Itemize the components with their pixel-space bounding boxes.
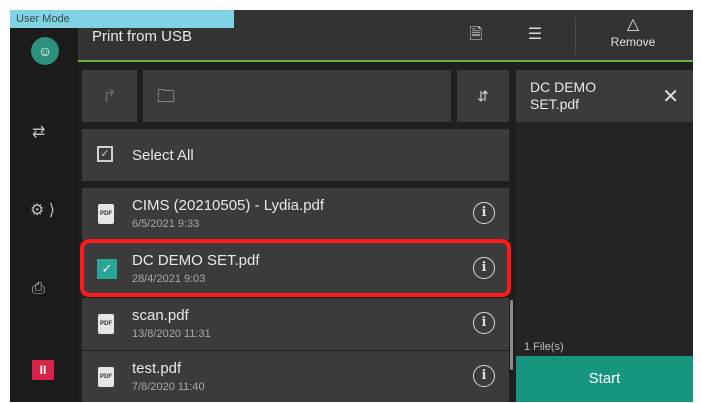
document-icon[interactable]: 🗎 [465,24,487,46]
eject-icon: △ [626,16,640,33]
info-icon[interactable]: i [473,312,495,334]
close-icon[interactable]: ✕ [662,84,679,109]
pdf-file-icon: PDF [98,204,114,224]
selected-file-name: DC DEMO SET.pdf [530,79,597,112]
info-icon[interactable]: i [473,257,495,279]
remove-label: Remove [610,35,656,49]
printer-info-icon[interactable]: ⎙ [32,280,45,298]
file-date: 13/8/2020 11:31 [132,328,211,340]
start-button[interactable]: Start [516,356,693,402]
pdf-file-icon: PDF [98,314,114,334]
page-title: Print from USB [92,28,193,45]
file-date: 28/4/2021 9:03 [132,273,206,285]
swap-icon[interactable]: ⇄ [32,122,45,142]
user-mode-tab: User Mode [10,10,234,28]
info-icon[interactable]: i [473,365,495,387]
up-level-button[interactable]: ↱ [82,70,137,122]
folder-button[interactable]: 🗀 [143,70,451,122]
up-arrow-icon: ↱ [101,86,118,106]
file-count: 1 File(s) [524,341,564,353]
folder-icon: 🗀 [157,86,175,106]
pause-icon[interactable]: II [32,360,54,380]
file-date: 6/5/2021 9:33 [132,218,200,230]
select-all-button[interactable]: ✓ Select All [82,129,509,181]
selection-panel: DC DEMO SET.pdf ✕ 1 File(s) Start [516,70,693,402]
header-divider [575,18,576,54]
gear-icon[interactable]: ⚙ ⟩ [30,200,55,220]
file-name: scan.pdf [132,307,189,324]
sliders-icon[interactable]: ☰ [524,24,546,46]
user-icon[interactable]: ☺ [31,37,59,65]
sort-icon: ⇵ [477,88,489,104]
selected-file-card: DC DEMO SET.pdf ✕ [516,70,693,122]
checked-checkbox-icon[interactable]: ✓ [97,259,117,279]
file-date: 7/8/2020 11:40 [132,381,205,393]
sort-button[interactable]: ⇵ [457,70,509,122]
file-name: test.pdf [132,360,182,377]
list-scrollbar[interactable] [510,300,513,370]
file-row[interactable]: PDF test.pdf 7/8/2020 11:40 i [82,351,509,402]
pdf-file-icon: PDF [98,367,114,387]
device-screen: ☺ ⇄ ⚙ ⟩ ⎙ II User Mode Print from USB 🗎 … [10,10,693,402]
select-all-checkbox-icon: ✓ [97,146,113,162]
select-all-label: Select All [132,147,194,164]
file-row[interactable]: PDF scan.pdf 13/8/2020 11:31 i [82,298,509,350]
remove-button[interactable]: △ Remove [588,16,678,58]
file-row-selected[interactable]: ✓ DC DEMO SET.pdf 28/4/2021 9:03 i [82,243,509,295]
info-icon[interactable]: i [473,202,495,224]
left-rail: ☺ ⇄ ⚙ ⟩ ⎙ II [10,10,78,402]
file-name: DC DEMO SET.pdf [132,252,260,269]
file-row[interactable]: PDF CIMS (20210505) - Lydia.pdf 6/5/2021… [82,188,509,240]
file-name: CIMS (20210505) - Lydia.pdf [132,197,325,214]
